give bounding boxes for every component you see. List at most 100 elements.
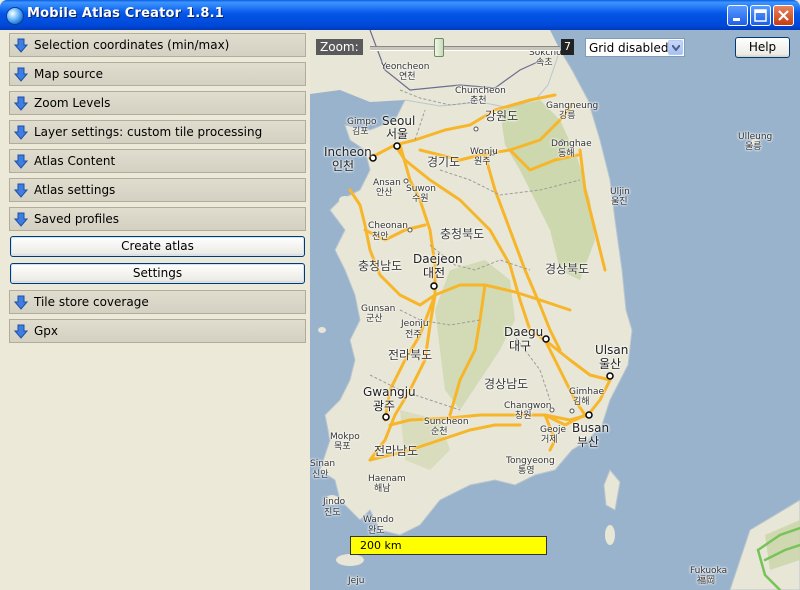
map-label-daejeon: Daejeon [413, 252, 463, 266]
grid-select[interactable]: Grid disabled [585, 38, 685, 57]
map-label-incheon: Incheon [324, 145, 372, 159]
map-label-haenam: Haenam [368, 474, 406, 484]
map-label-fukuoka: Fukuoka [690, 566, 728, 576]
map-label-jeju: Jeju [348, 576, 365, 586]
map-label-gwangju: Gwangju [363, 385, 416, 399]
map-label-gangneung-ko: 강릉 [559, 111, 576, 121]
map-label-donghae: Donghae [551, 139, 592, 149]
map-label-jeonnam: 전라남도 [374, 444, 419, 458]
down-arrow-icon [14, 324, 28, 339]
map-label-wando-ko: 완도 [368, 526, 385, 536]
zoom-value: 7 [561, 39, 574, 55]
down-arrow-icon [14, 96, 28, 111]
map-label-gangwondo: 강원도 [485, 109, 519, 123]
down-arrow-icon [14, 183, 28, 198]
map-label-geoje: Geoje [540, 425, 567, 435]
section-label: Gpx [34, 324, 59, 338]
section-label: Layer settings: custom tile processing [34, 125, 263, 139]
map-label-chuncheon-ko: 춘천 [470, 96, 487, 106]
window-title: Mobile Atlas Creator 1.8.1 [27, 6, 225, 21]
section-label: Saved profiles [34, 212, 120, 226]
map-label-ulleung: Ulleung [738, 132, 773, 142]
map-label-sokcho-ko: 속초 [536, 58, 553, 68]
map-label-mokpo-ko: 목포 [334, 442, 351, 452]
map-label-jindo-ko: 진도 [324, 508, 341, 518]
section-label: Atlas settings [34, 183, 116, 197]
map-label-yeoncheon: Yeoncheon [381, 62, 430, 72]
map-label-gyeongnam: 경상남도 [484, 377, 529, 391]
map-label-gimpo-ko: 김포 [352, 127, 369, 137]
map-label-cheonan: Cheonan [368, 221, 408, 231]
section-label: Selection coordinates (min/max) [34, 38, 230, 52]
scale-bar: 200 km [350, 536, 547, 555]
map-label-tongyeong-ko: 통영 [518, 466, 535, 476]
section-layer-settings[interactable]: Layer settings: custom tile processing [9, 120, 306, 144]
map-label-ulsan-ko: 울산 [599, 357, 622, 371]
map-label-jeonju-ko: 전주 [405, 330, 422, 340]
section-tile-store-coverage[interactable]: Tile store coverage [9, 290, 306, 314]
map-label-daejeon-ko: 대전 [423, 266, 446, 280]
title-bar[interactable]: Mobile Atlas Creator 1.8.1 [0, 0, 800, 30]
minimize-icon [728, 6, 747, 25]
map-label-gwangju-ko: 광주 [373, 399, 396, 413]
section-label: Zoom Levels [34, 96, 111, 110]
map-label-uljin-ko: 울진 [611, 197, 628, 207]
map-label-ulsan: Ulsan [595, 343, 629, 357]
grid-select-value: Grid disabled [589, 41, 669, 55]
map-label-chungnam: 충청남도 [358, 259, 403, 273]
create-atlas-button[interactable]: Create atlas [10, 236, 305, 257]
map-label-donghae-ko: 동해 [558, 149, 575, 159]
map-view[interactable]: Sokcho 속초 Yeoncheon 연천 Chuncheon 춘천 강원도 … [310, 30, 800, 590]
close-button[interactable] [773, 5, 794, 26]
section-atlas-content[interactable]: Atlas Content [9, 149, 306, 173]
section-label: Atlas Content [34, 154, 116, 168]
map-label-yeoncheon-ko: 연천 [399, 72, 416, 82]
zoom-slider-thumb[interactable] [434, 38, 444, 57]
down-arrow-icon [14, 67, 28, 82]
section-map-source[interactable]: Map source [9, 62, 306, 86]
section-saved-profiles[interactable]: Saved profiles [9, 207, 306, 231]
map-label-seoul-ko: 서울 [386, 127, 409, 141]
help-button[interactable]: Help [735, 37, 790, 58]
map-label-suncheon: Suncheon [424, 417, 469, 427]
map-label-uljin: Uljin [610, 187, 630, 197]
section-selection-coordinates[interactable]: Selection coordinates (min/max) [9, 33, 306, 57]
map-label-ulleung-ko: 울릉 [745, 142, 762, 152]
map-label-cheonan-ko: 천안 [372, 232, 389, 242]
map-label-gyeongbuk: 경상북도 [545, 262, 590, 276]
section-label: Map source [34, 67, 103, 81]
down-arrow-icon [14, 295, 28, 310]
section-zoom-levels[interactable]: Zoom Levels [9, 91, 306, 115]
map-label-changwon-ko: 창원 [515, 411, 532, 421]
map-label-busan: Busan [572, 421, 610, 435]
chevron-down-icon[interactable] [668, 40, 683, 55]
maximize-button[interactable] [750, 5, 771, 26]
scale-text: 200 km [360, 539, 402, 552]
zoom-slider-track[interactable] [370, 46, 560, 51]
map-label-wonju: Wonju [470, 147, 498, 157]
map-label-ansan: Ansan [373, 178, 401, 188]
down-arrow-icon [14, 212, 28, 227]
map-label-sinan-ko: 신안 [312, 470, 329, 480]
map-label-wonju-ko: 원주 [474, 157, 491, 167]
map-label-gimpo: Gimpo [347, 117, 377, 127]
map-label-gimhae-ko: 김해 [573, 397, 590, 407]
section-gpx[interactable]: Gpx [9, 319, 306, 343]
map-label-jindo: Jindo [323, 497, 346, 507]
map-label-mokpo: Mokpo [330, 432, 360, 442]
settings-button[interactable]: Settings [10, 263, 305, 284]
map-label-incheon-ko: 인천 [332, 159, 355, 173]
map-label-changwon: Changwon [504, 401, 552, 411]
maximize-icon [751, 6, 770, 25]
section-atlas-settings[interactable]: Atlas settings [9, 178, 306, 202]
minimize-button[interactable] [727, 5, 748, 26]
down-arrow-icon [14, 154, 28, 169]
globe-icon [6, 7, 24, 25]
map-label-busan-ko: 부산 [577, 435, 600, 449]
down-arrow-icon [14, 125, 28, 140]
section-label: Tile store coverage [34, 295, 149, 309]
map-label-suncheon-ko: 순천 [431, 427, 448, 437]
map-label-tongyeong: Tongyeong [506, 456, 555, 466]
map-label-gyeonggido: 경기도 [427, 155, 461, 169]
settings-panel: Selection coordinates (min/max) Map sour… [4, 30, 310, 586]
